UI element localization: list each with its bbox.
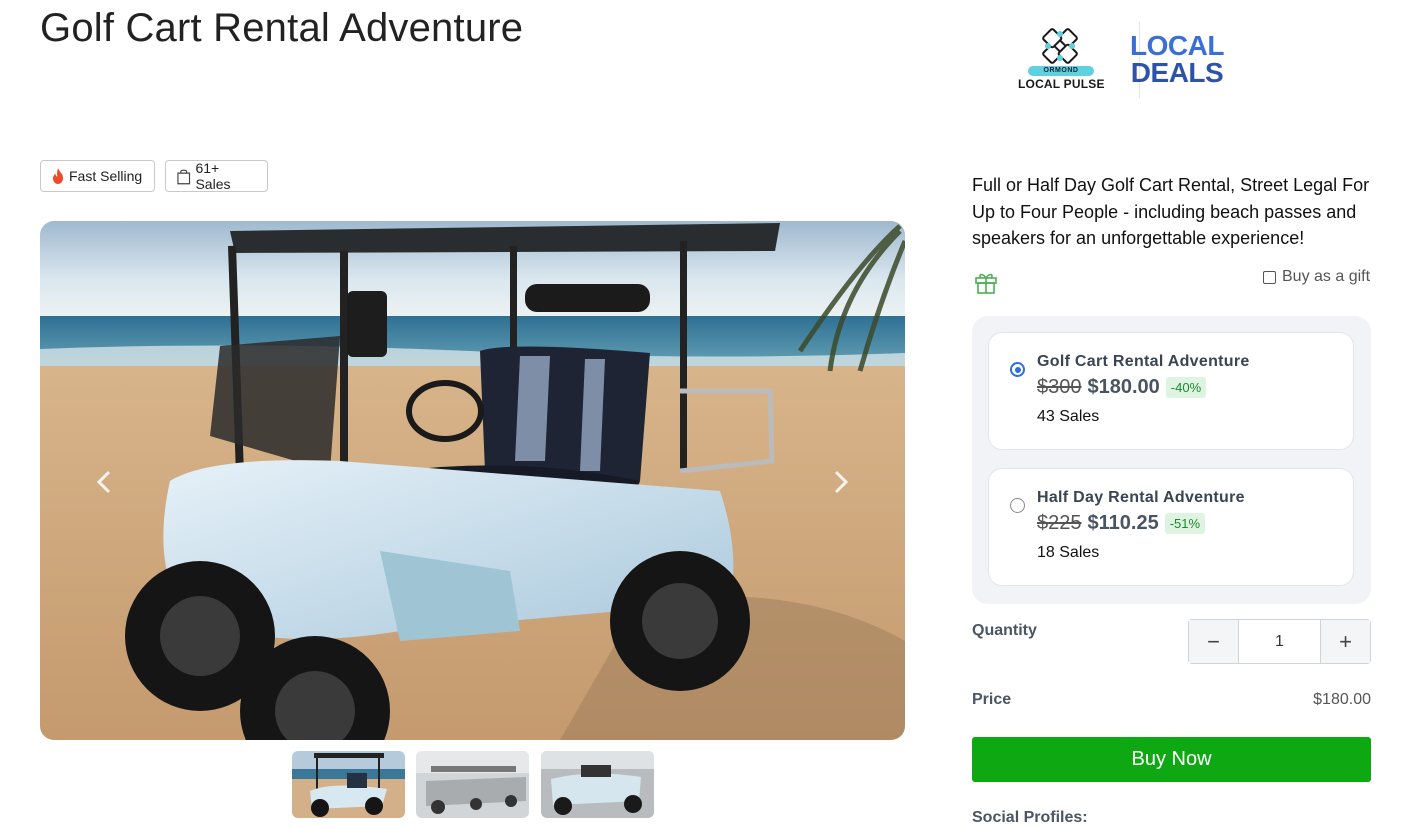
golf-cart-beach-photo (40, 221, 905, 740)
option-sale-price: $110.25 (1087, 512, 1159, 534)
shopping-bag-icon (177, 169, 191, 184)
thumbnail-cart-closeup-image (541, 751, 654, 818)
quantity-stepper: − + (1188, 619, 1371, 664)
option-sales-count: 43 Sales (1037, 408, 1100, 425)
carousel-prev-icon[interactable] (90, 467, 120, 497)
product-description: Full or Half Day Golf Cart Rental, Stree… (972, 175, 1370, 248)
local-pulse-sign-icon (1042, 28, 1078, 64)
option-prices: $225 $110.25 -51% (1037, 512, 1206, 535)
fire-icon (53, 168, 63, 184)
fast-selling-label: Fast Selling (69, 168, 143, 184)
local-deals-line1: LOCAL (1130, 30, 1224, 61)
price-value: $180.00 (1313, 691, 1371, 708)
option-prices: $300 $180.00 -40% (1037, 376, 1207, 399)
fast-selling-badge: Fast Selling (40, 160, 155, 192)
local-pulse-label: LOCAL PULSE (1018, 77, 1105, 91)
option-sale-price: $180.00 (1087, 376, 1160, 398)
local-pulse-logo[interactable]: ORMOND LOCAL PULSE (1012, 22, 1112, 98)
option-radio-unselected[interactable] (1010, 498, 1025, 513)
option-original-price: $300 (1037, 376, 1082, 398)
brand-logos[interactable]: ORMOND LOCAL PULSE LOCAL DEALS (1012, 22, 1232, 102)
deal-options-panel: Golf Cart Rental Adventure $300 $180.00 … (972, 316, 1371, 604)
quantity-input[interactable] (1238, 620, 1321, 663)
deal-option-full-day[interactable]: Golf Cart Rental Adventure $300 $180.00 … (988, 332, 1354, 450)
carousel-next-icon[interactable] (825, 467, 855, 497)
sales-count-label: 61+ Sales (195, 160, 231, 192)
buy-now-button[interactable]: Buy Now (972, 737, 1371, 782)
gift-checkbox[interactable] (1263, 270, 1276, 284)
thumbnail-1[interactable] (292, 751, 405, 818)
social-profiles-label: Social Profiles: (972, 809, 1088, 826)
sales-count-badge: 61+ Sales (165, 160, 268, 192)
quantity-decrement-button[interactable]: − (1189, 620, 1238, 663)
option-discount-badge: -40% (1165, 377, 1207, 398)
local-deals-line2: DEALS (1130, 57, 1224, 88)
option-title: Golf Cart Rental Adventure (1037, 353, 1250, 370)
product-main-image[interactable] (40, 221, 905, 740)
thumbnail-3[interactable] (541, 751, 654, 818)
option-original-price: $225 (1037, 512, 1082, 534)
option-radio-selected[interactable] (1010, 362, 1025, 377)
local-deals-logo[interactable]: LOCAL DEALS (1122, 30, 1232, 88)
local-pulse-ormond-label: ORMOND (1028, 66, 1094, 76)
deal-option-half-day[interactable]: Half Day Rental Adventure $225 $110.25 -… (988, 468, 1354, 586)
quantity-increment-button[interactable]: + (1321, 620, 1370, 663)
thumbnail-2[interactable] (416, 751, 529, 818)
buy-as-gift-option[interactable]: Buy as a gift (1263, 268, 1370, 286)
gift-checkbox-label: Buy as a gift (1282, 268, 1371, 285)
price-label: Price (972, 691, 1012, 708)
quantity-label: Quantity (972, 622, 1037, 639)
thumbnail-beach-cart-image (292, 751, 405, 818)
page-title: Golf Cart Rental Adventure (40, 6, 524, 50)
option-title: Half Day Rental Adventure (1037, 489, 1245, 506)
option-sales-count: 18 Sales (1037, 544, 1100, 561)
option-discount-badge: -51% (1164, 513, 1206, 534)
gift-icon (975, 273, 997, 294)
thumbnail-cart-fleet-image (416, 751, 529, 818)
